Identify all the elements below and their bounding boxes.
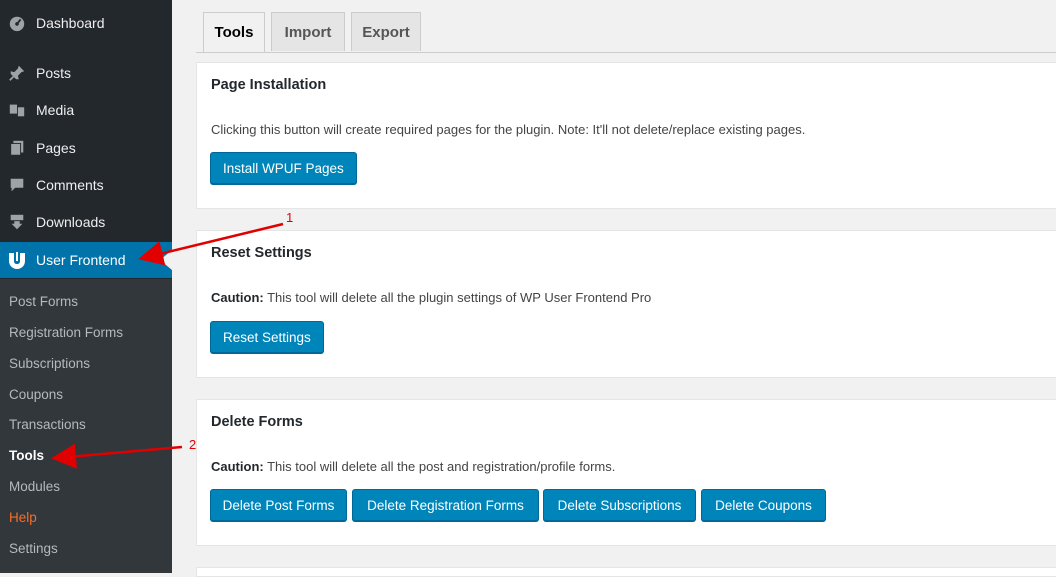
submenu: Post Forms Registration Forms Subscripti… [0, 279, 172, 573]
submenu-coupons[interactable]: Coupons [9, 387, 63, 402]
reset-settings-caution-text: This tool will delete all the plugin set… [263, 290, 652, 305]
next-panel-edge [196, 567, 1056, 577]
tab-export[interactable]: Export [351, 12, 421, 51]
reset-settings-panel: Reset Settings Caution: This tool will d… [196, 230, 1056, 378]
menu-label-dashboard: Dashboard [36, 15, 105, 31]
menu-label-comments: Comments [36, 177, 104, 193]
active-menu-pointer [160, 250, 172, 270]
submenu-tools[interactable]: Tools [9, 448, 44, 463]
menu-label-pages: Pages [36, 140, 76, 156]
menu-label-user-frontend: User Frontend [36, 252, 126, 268]
delete-subscriptions-button[interactable]: Delete Subscriptions [543, 489, 696, 521]
page-installation-desc: Clicking this button will create require… [211, 122, 806, 137]
caution-label: Caution: [211, 290, 264, 305]
reset-settings-button[interactable]: Reset Settings [210, 321, 324, 353]
menu-label-posts: Posts [36, 65, 72, 81]
menu-item-pages[interactable]: Pages [0, 130, 172, 166]
delete-registration-forms-button[interactable]: Delete Registration Forms [352, 489, 539, 521]
submenu-modules[interactable]: Modules [9, 479, 60, 494]
submenu-subscriptions[interactable]: Subscriptions [9, 356, 90, 371]
delete-forms-panel: Delete Forms Caution: This tool will del… [196, 399, 1056, 546]
admin-sidebar: Dashboard Posts Media Pages Comments Dow… [0, 0, 172, 573]
annotation-number-2: 2 [189, 437, 197, 452]
tab-import[interactable]: Import [271, 12, 345, 51]
menu-item-downloads[interactable]: Downloads [0, 204, 172, 240]
menu-item-dashboard[interactable]: Dashboard [0, 5, 172, 41]
reset-settings-desc: Caution: This tool will delete all the p… [211, 290, 651, 305]
reset-settings-title: Reset Settings [211, 245, 312, 261]
tab-bar: Tools Import Export [196, 12, 1056, 53]
submenu-registration-forms[interactable]: Registration Forms [9, 325, 123, 340]
menu-item-media[interactable]: Media [0, 92, 172, 128]
delete-forms-title: Delete Forms [211, 414, 303, 430]
media-icon [7, 100, 27, 120]
delete-coupons-button[interactable]: Delete Coupons [701, 489, 826, 521]
submenu-settings[interactable]: Settings [9, 541, 58, 556]
menu-item-user-frontend[interactable]: User Frontend [0, 242, 172, 278]
pages-icon [7, 138, 27, 158]
download-icon [7, 212, 27, 232]
page-installation-panel: Page Installation Clicking this button w… [196, 62, 1056, 209]
caution-label: Caution: [211, 459, 264, 474]
dashboard-icon [7, 13, 27, 33]
submenu-help[interactable]: Help [9, 510, 37, 525]
page-installation-title: Page Installation [211, 77, 327, 93]
delete-forms-caution-text: This tool will delete all the post and r… [263, 459, 616, 474]
install-wpuf-pages-button[interactable]: Install WPUF Pages [210, 152, 357, 184]
submenu-post-forms[interactable]: Post Forms [9, 294, 78, 309]
delete-post-forms-button[interactable]: Delete Post Forms [210, 489, 347, 521]
user-frontend-icon [7, 250, 27, 270]
menu-label-media: Media [36, 102, 75, 118]
delete-forms-desc: Caution: This tool will delete all the p… [211, 459, 615, 474]
pin-icon [7, 63, 27, 83]
menu-label-downloads: Downloads [36, 214, 106, 230]
menu-item-comments[interactable]: Comments [0, 167, 172, 203]
menu-item-posts[interactable]: Posts [0, 55, 172, 91]
annotation-number-1: 1 [286, 210, 294, 225]
submenu-transactions[interactable]: Transactions [9, 417, 86, 432]
tab-tools[interactable]: Tools [203, 12, 265, 52]
comment-icon [7, 175, 27, 195]
